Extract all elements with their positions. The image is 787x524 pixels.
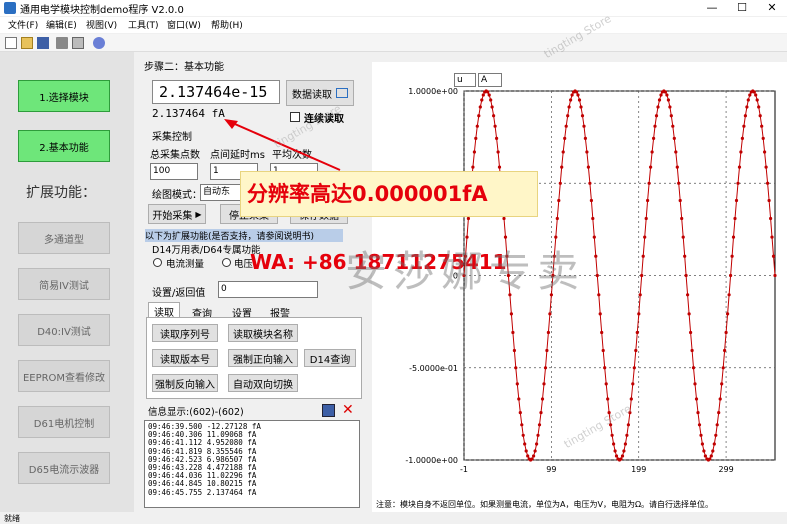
annotation-arrow [224,119,341,171]
